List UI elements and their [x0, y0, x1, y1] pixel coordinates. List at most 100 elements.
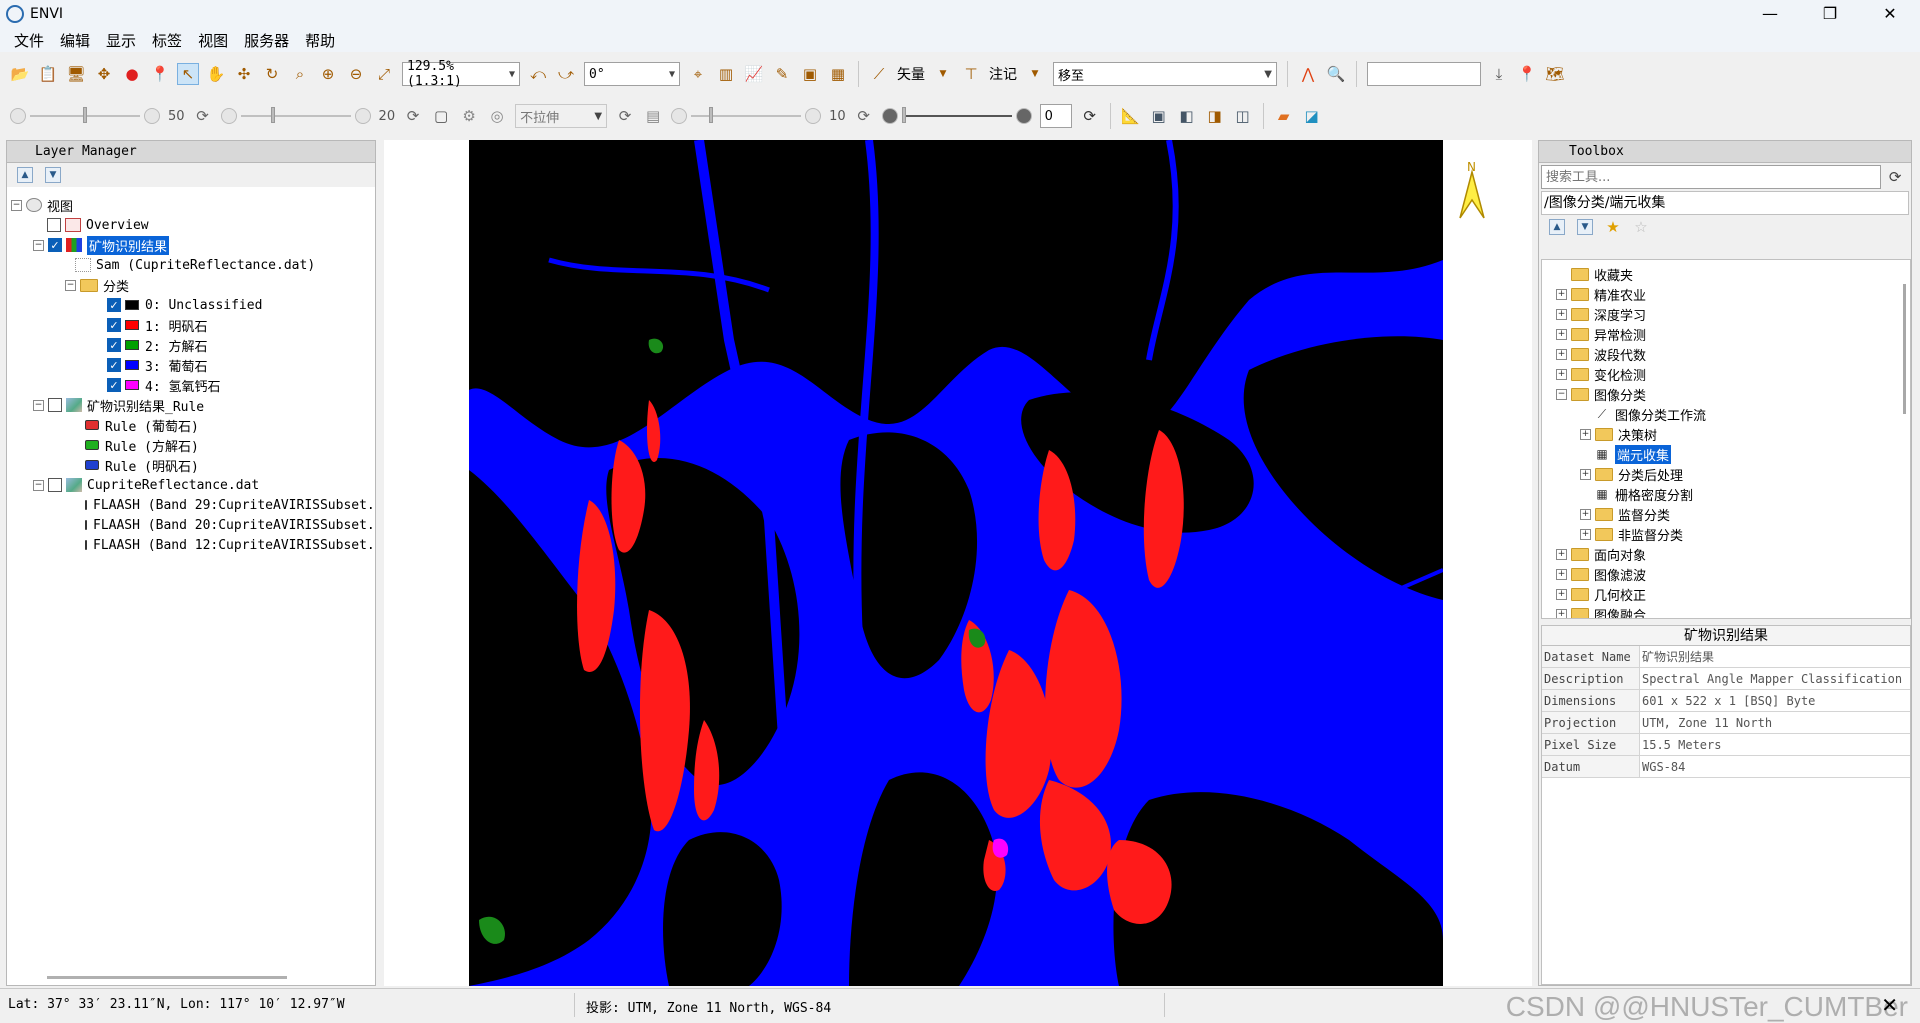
vector-icon[interactable]: ⟋: [868, 63, 890, 85]
classification-image[interactable]: [469, 140, 1443, 986]
zoom-fit-icon[interactable]: ⤢: [373, 63, 395, 85]
menu-label[interactable]: 标签: [144, 30, 190, 51]
close-icon[interactable]: ✕: [1881, 993, 1898, 1017]
toolbox-item[interactable]: ▦ 端元收集: [1546, 444, 1906, 464]
class-item[interactable]: ✓ 1: 明矾石: [11, 315, 371, 335]
stretch-icon[interactable]: ▢: [430, 105, 452, 127]
toolbox-item[interactable]: ▦ 栅格密度分割: [1546, 484, 1906, 504]
layer-reflectance[interactable]: − CupriteReflectance.dat: [11, 475, 371, 495]
spectral-icon[interactable]: ✎: [771, 63, 793, 85]
stop-icon[interactable]: ●: [121, 63, 143, 85]
profile-icon[interactable]: 📈: [743, 63, 765, 85]
search-icon[interactable]: 🔍: [1325, 63, 1347, 85]
stretch-select[interactable]: 不拉伸 ▼: [515, 104, 608, 128]
transparency-slider[interactable]: [881, 107, 1032, 124]
result-checkbox[interactable]: ✓: [48, 238, 62, 252]
reset-icon[interactable]: ⟳: [192, 105, 214, 127]
class-item[interactable]: ✓ 3: 葡萄石: [11, 355, 371, 375]
toolbox-item[interactable]: + 几何校正: [1546, 584, 1906, 604]
toolbox-item[interactable]: + 决策树: [1546, 424, 1906, 444]
select-cursor-icon[interactable]: ↖: [177, 63, 199, 85]
zoom-in-icon[interactable]: ⊕: [317, 63, 339, 85]
fly-icon[interactable]: ✣: [233, 63, 255, 85]
toolbox-item[interactable]: + 图像滤波: [1546, 564, 1906, 584]
collapse-all-icon[interactable]: ▲: [1549, 219, 1565, 235]
rotate-right-icon[interactable]: ⤻: [555, 63, 577, 85]
toolbox-item[interactable]: ⟋ 图像分类工作流: [1546, 404, 1906, 424]
contrast-slider[interactable]: [220, 107, 371, 124]
toolbox-item[interactable]: + 精准农业: [1546, 284, 1906, 304]
toolbox-item[interactable]: + 面向对象: [1546, 544, 1906, 564]
toolbox-item[interactable]: − 图像分类: [1546, 384, 1906, 404]
toolbox-item[interactable]: 收藏夹: [1546, 264, 1906, 284]
expand-icon[interactable]: +: [1556, 288, 1567, 300]
add-favorite-icon[interactable]: ★: [1602, 216, 1624, 238]
remove-favorite-icon[interactable]: ☆: [1630, 216, 1652, 238]
horizontal-scrollbar[interactable]: [47, 976, 287, 979]
class-checkbox[interactable]: ✓: [107, 318, 121, 332]
layer-rule[interactable]: − 矿物识别结果_Rule: [11, 395, 371, 415]
data-manager-icon[interactable]: 📋: [37, 63, 59, 85]
close-button[interactable]: ✕: [1860, 0, 1920, 28]
expand-icon[interactable]: +: [1580, 528, 1591, 540]
cloud-link-icon[interactable]: ⋀: [1297, 63, 1319, 85]
class-item[interactable]: ✓ 0: Unclassified: [11, 295, 371, 315]
pixel-locator-icon[interactable]: ⌖: [687, 63, 709, 85]
open-folder-icon[interactable]: 📂: [9, 63, 31, 85]
reset-icon[interactable]: ⟳: [1079, 105, 1101, 127]
ruler-icon[interactable]: 📐: [1120, 105, 1142, 127]
globe-icon[interactable]: 🗺: [1544, 63, 1566, 85]
annotation-icon[interactable]: ⊤: [960, 63, 982, 85]
toolbox-item[interactable]: + 图像融合: [1546, 604, 1906, 618]
location-pin-icon[interactable]: 📍: [1516, 63, 1538, 85]
class-checkbox[interactable]: ✓: [107, 298, 121, 312]
sam-source[interactable]: Sam (CupriteReflectance.dat): [11, 255, 371, 275]
export-icon[interactable]: ▰: [1273, 105, 1295, 127]
class-checkbox[interactable]: ✓: [107, 358, 121, 372]
reflectance-band[interactable]: FLAASH (Band 20:CupriteAVIRISSubset.: [11, 515, 375, 535]
layer-overview[interactable]: Overview: [11, 215, 371, 235]
cursor-value-icon[interactable]: ▦: [827, 63, 849, 85]
expand-icon[interactable]: +: [1556, 608, 1567, 618]
swipe-icon[interactable]: ◫: [1232, 105, 1254, 127]
reset-icon[interactable]: ⟳: [853, 105, 875, 127]
menu-display[interactable]: 显示: [98, 30, 144, 51]
toolbox-item[interactable]: + 变化检测: [1546, 364, 1906, 384]
toolbox-item[interactable]: + 深度学习: [1546, 304, 1906, 324]
goto-select[interactable]: 移至 ▼: [1053, 62, 1277, 86]
expand-icon[interactable]: +: [1580, 468, 1591, 480]
reset-icon[interactable]: ⟳: [402, 105, 424, 127]
rotate-icon[interactable]: ↻: [261, 63, 283, 85]
menu-file[interactable]: 文件: [6, 30, 52, 51]
toolbox-item[interactable]: + 非监督分类: [1546, 524, 1906, 544]
rule-band[interactable]: Rule (方解石): [11, 435, 371, 455]
expand-icon[interactable]: +: [1556, 548, 1567, 560]
stretch-options-icon[interactable]: ⚙: [458, 105, 480, 127]
class-checkbox[interactable]: ✓: [107, 338, 121, 352]
reset-icon[interactable]: ⟳: [614, 105, 636, 127]
reflectance-band[interactable]: FLAASH (Band 29:CupriteAVIRISSubset.: [11, 495, 375, 515]
crosshair-icon[interactable]: ✥: [93, 63, 115, 85]
expand-icon[interactable]: +: [1556, 348, 1567, 360]
band-icon[interactable]: ▥: [715, 63, 737, 85]
rule-band[interactable]: Rule (葡萄石): [11, 415, 371, 435]
rule-checkbox[interactable]: [48, 398, 62, 412]
zoom-out-icon[interactable]: ⊖: [345, 63, 367, 85]
menu-help[interactable]: 帮助: [297, 30, 343, 51]
rotation-select[interactable]: 0° ▼: [584, 62, 680, 86]
expand-icon[interactable]: +: [1580, 508, 1591, 520]
toolbox-item[interactable]: + 波段代数: [1546, 344, 1906, 364]
class-folder[interactable]: − 分类: [11, 275, 371, 295]
collapse-icon[interactable]: −: [33, 239, 44, 251]
class-item[interactable]: ✓ 2: 方解石: [11, 335, 371, 355]
expand-icon[interactable]: +: [1556, 328, 1567, 340]
scrollbar-thumb[interactable]: [1903, 284, 1906, 414]
overview-checkbox[interactable]: [47, 218, 61, 232]
layer-result[interactable]: − ✓ 矿物识别结果: [11, 235, 371, 255]
roi-icon[interactable]: ▣: [799, 63, 821, 85]
vector-menu[interactable]: 矢量: [897, 64, 925, 84]
maximize-button[interactable]: ❐: [1800, 0, 1860, 28]
expand-all-icon[interactable]: ▼: [1577, 219, 1593, 235]
refresh-icon[interactable]: ⟳: [1884, 166, 1906, 188]
expand-icon[interactable]: +: [1556, 368, 1567, 380]
